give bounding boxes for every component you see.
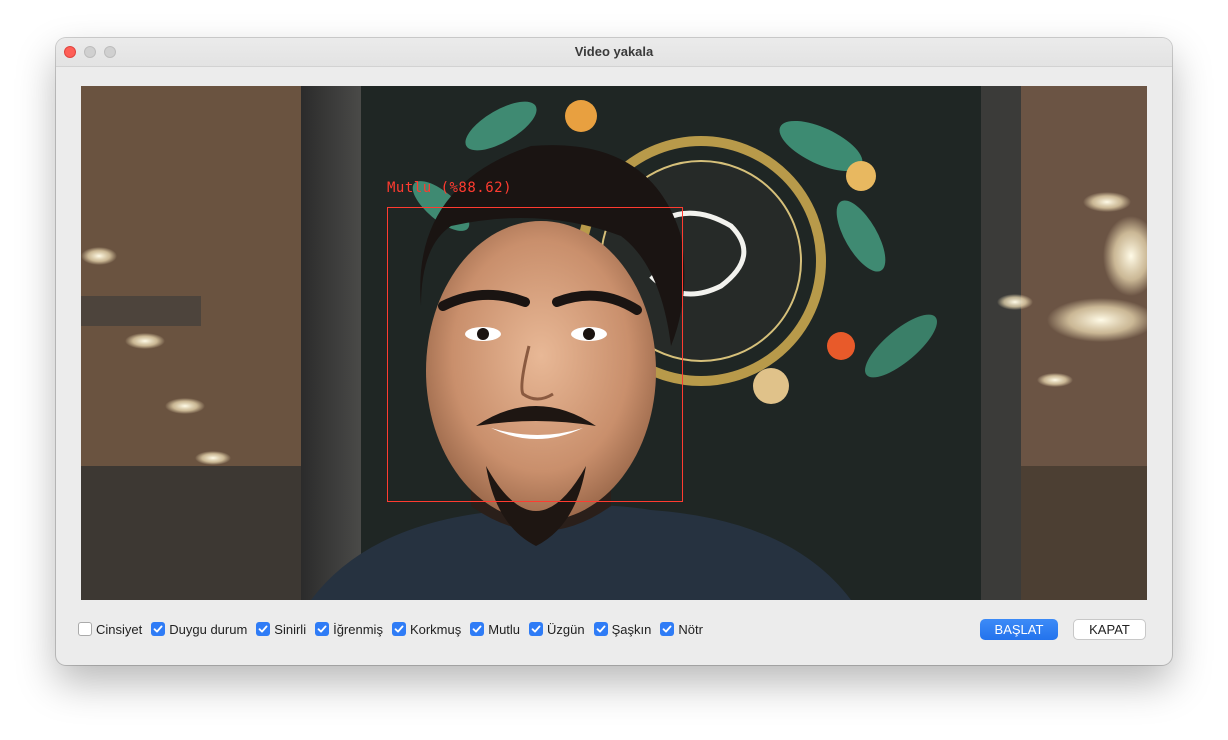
- app-window: Video yakala Mutlu (%88.62) Cinsiyet Duy…: [56, 38, 1172, 665]
- checkbox-label: Cinsiyet: [96, 621, 143, 637]
- checkbox-saskin[interactable]: Şaşkın: [593, 621, 652, 637]
- emotion-detection-label: Mutlu (%88.62): [387, 180, 513, 196]
- title-bar[interactable]: Video yakala: [56, 38, 1172, 67]
- face-bounding-box: [387, 207, 683, 502]
- checkmark-icon[interactable]: [151, 622, 166, 636]
- checkbox-duygu-durum[interactable]: Duygu durum: [151, 622, 247, 637]
- start-button[interactable]: BAŞLAT: [980, 619, 1058, 640]
- checkbox-unchecked-icon[interactable]: [78, 622, 92, 636]
- filter-checkbox-row: Cinsiyet Duygu durum Sinirli İğrenmiş Ko…: [78, 618, 712, 640]
- checkmark-icon[interactable]: [660, 622, 675, 636]
- checkbox-label: İğrenmiş: [333, 621, 383, 637]
- checkmark-icon[interactable]: [315, 622, 330, 636]
- checkbox-cinsiyet[interactable]: Cinsiyet: [78, 622, 142, 637]
- checkbox-label: Sinirli: [274, 621, 307, 637]
- checkmark-icon[interactable]: [593, 622, 608, 636]
- checkmark-icon[interactable]: [256, 622, 271, 636]
- checkbox-igrenmis[interactable]: İğrenmiş: [315, 622, 383, 637]
- checkbox-notr[interactable]: Nötr: [660, 622, 703, 637]
- checkbox-label: Korkmuş: [409, 621, 462, 637]
- checkbox-label: Nötr: [678, 621, 703, 637]
- checkbox-label: Duygu durum: [169, 621, 248, 637]
- video-frame: Mutlu (%88.62): [81, 86, 1147, 600]
- close-button[interactable]: KAPAT: [1073, 619, 1146, 640]
- checkbox-label: Mutlu: [488, 621, 521, 637]
- checkbox-label: Şaşkın: [611, 621, 652, 637]
- checkmark-icon[interactable]: [391, 622, 406, 636]
- checkbox-korkmus[interactable]: Korkmuş: [391, 621, 462, 637]
- checkbox-mutlu[interactable]: Mutlu: [470, 622, 520, 637]
- checkmark-icon[interactable]: [470, 622, 485, 636]
- checkbox-uzgun[interactable]: Üzgün: [529, 622, 585, 637]
- checkbox-label: Üzgün: [547, 621, 585, 637]
- checkbox-sinirli[interactable]: Sinirli: [256, 622, 306, 637]
- window-title: Video yakala: [574, 44, 654, 59]
- checkmark-icon[interactable]: [529, 622, 544, 636]
